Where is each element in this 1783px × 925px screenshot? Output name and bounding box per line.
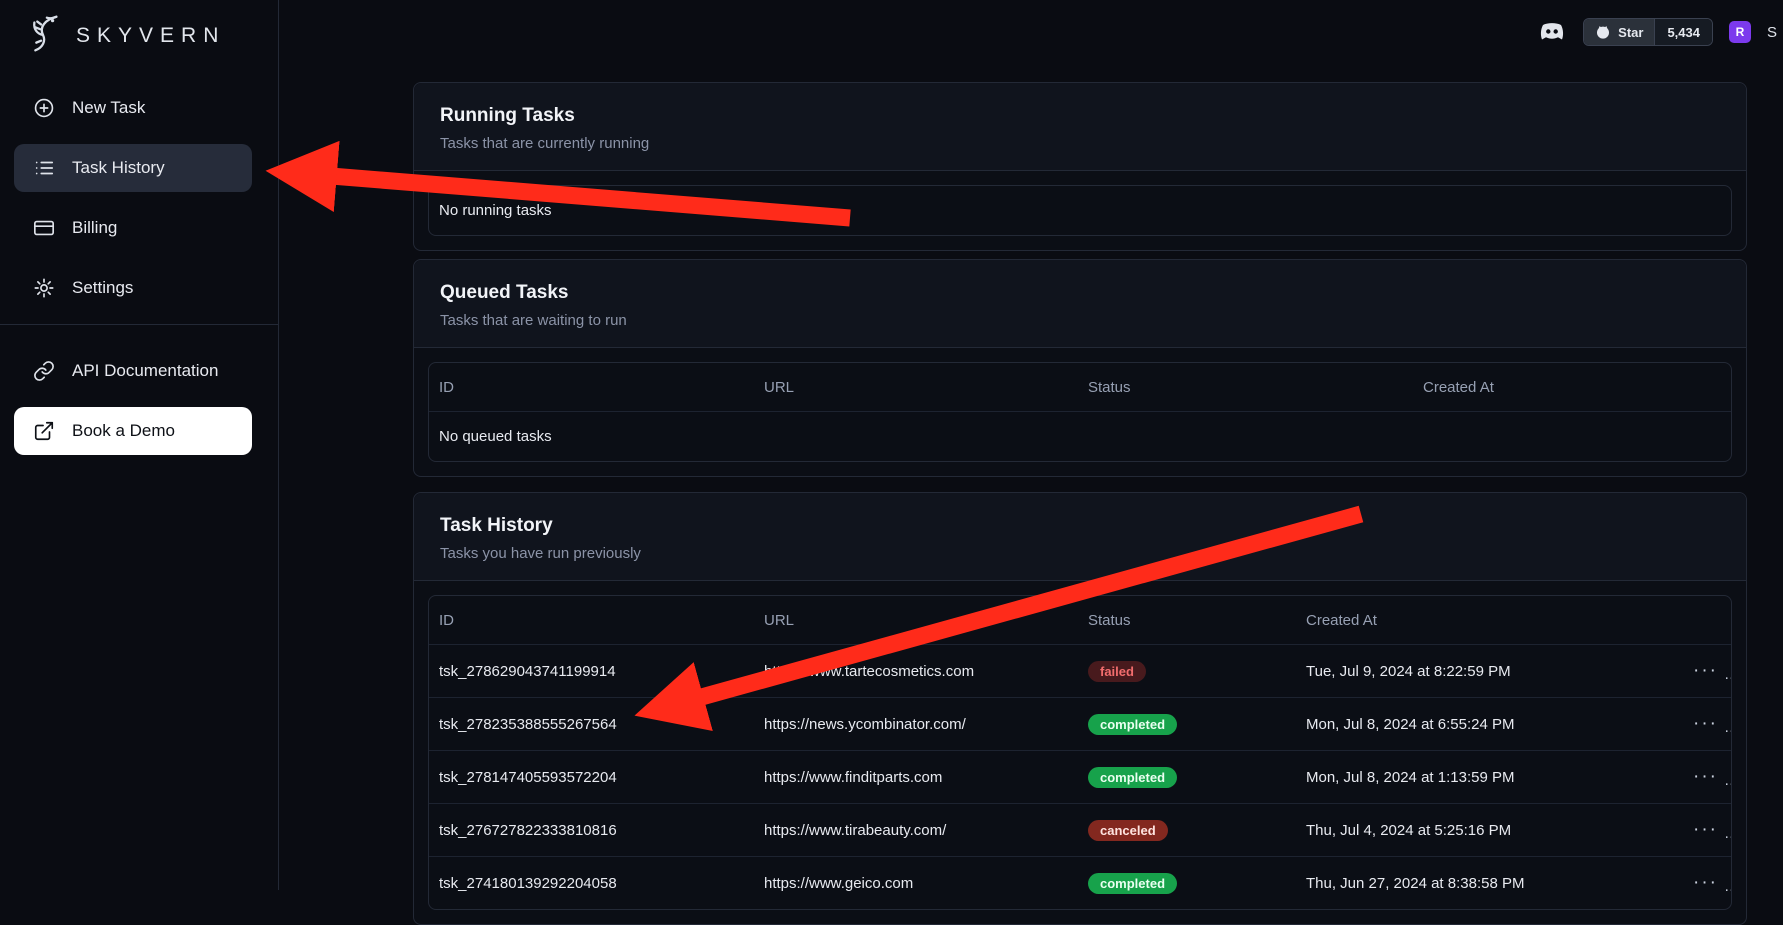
queued-tasks-empty-state: No queued tasks xyxy=(429,412,1731,461)
external-link-icon xyxy=(32,419,56,443)
skyvern-logo-icon xyxy=(20,11,66,62)
sidebar-item-billing[interactable]: Billing xyxy=(14,204,252,252)
task-created-at: Mon, Jul 8, 2024 at 6:55:24 PM xyxy=(1296,716,1677,733)
task-url: https://www.tartecosmetics.com xyxy=(754,663,1078,680)
sidebar-divider xyxy=(0,324,278,325)
main-content: Running Tasks Tasks that are currently r… xyxy=(413,0,1747,890)
table-row[interactable]: tsk_278629043741199914 https://www.tarte… xyxy=(429,644,1731,697)
sidebar-nav: New Task Task History Billing xyxy=(0,72,278,455)
column-header-id: ID xyxy=(429,379,754,396)
sidebar-item-task-history[interactable]: Task History xyxy=(14,144,252,192)
queued-tasks-header: Queued Tasks Tasks that are waiting to r… xyxy=(414,260,1746,348)
column-header-url: URL xyxy=(754,379,1078,396)
card-subtitle: Tasks that are currently running xyxy=(440,135,1720,152)
user-menu-clipped-text[interactable]: S xyxy=(1767,24,1779,41)
task-id: tsk_274180139292204058 xyxy=(429,875,754,892)
task-history-header: Task History Tasks you have run previous… xyxy=(414,493,1746,581)
brand-name: SKYVERN xyxy=(76,24,225,48)
queued-tasks-card: Queued Tasks Tasks that are waiting to r… xyxy=(413,259,1747,477)
status-badge: canceled xyxy=(1088,820,1168,841)
task-url: https://www.finditparts.com xyxy=(754,769,1078,786)
sidebar-item-api-documentation[interactable]: API Documentation xyxy=(14,347,252,395)
credit-card-icon xyxy=(32,216,56,240)
sidebar: SKYVERN New Task Task History Billing xyxy=(0,0,279,890)
task-created-at: Thu, Jul 4, 2024 at 5:25:16 PM xyxy=(1296,822,1677,839)
card-subtitle: Tasks that are waiting to run xyxy=(440,312,1720,329)
card-title: Task History xyxy=(440,515,1720,537)
sidebar-item-label: New Task xyxy=(72,98,145,118)
task-history-card: Task History Tasks you have run previous… xyxy=(413,492,1747,925)
sidebar-item-label: Task History xyxy=(72,158,165,178)
sidebar-item-new-task[interactable]: New Task xyxy=(14,84,252,132)
running-tasks-card: Running Tasks Tasks that are currently r… xyxy=(413,82,1747,251)
task-created-at: Mon, Jul 8, 2024 at 1:13:59 PM xyxy=(1296,769,1677,786)
list-icon xyxy=(32,156,56,180)
column-header-status: Status xyxy=(1078,612,1296,629)
row-menu-button[interactable]: ··· xyxy=(1687,764,1724,790)
brand-logo[interactable]: SKYVERN xyxy=(0,0,278,72)
plus-circle-icon xyxy=(32,96,56,120)
link-icon xyxy=(32,359,56,383)
running-tasks-empty-state: No running tasks xyxy=(429,186,1731,235)
column-header-url: URL xyxy=(754,612,1078,629)
table-header-row: ID URL Status Created At xyxy=(429,363,1731,411)
task-id: tsk_276727822333810816 xyxy=(429,822,754,839)
table-row[interactable]: tsk_274180139292204058 https://www.geico… xyxy=(429,856,1731,909)
row-menu-button[interactable]: ··· xyxy=(1687,658,1724,684)
status-badge: completed xyxy=(1088,767,1177,788)
task-url: https://www.tirabeauty.com/ xyxy=(754,822,1078,839)
row-menu-button[interactable]: ··· xyxy=(1687,711,1724,737)
sidebar-item-settings[interactable]: Settings xyxy=(14,264,252,312)
book-a-demo-button[interactable]: Book a Demo xyxy=(14,407,252,455)
card-title: Queued Tasks xyxy=(440,282,1720,304)
column-header-id: ID xyxy=(429,612,754,629)
sidebar-item-label: API Documentation xyxy=(72,361,218,381)
running-tasks-header: Running Tasks Tasks that are currently r… xyxy=(414,83,1746,171)
task-id: tsk_278629043741199914 xyxy=(429,663,754,680)
gear-icon xyxy=(32,276,56,300)
status-badge: completed xyxy=(1088,873,1177,894)
card-subtitle: Tasks you have run previously xyxy=(440,545,1720,562)
task-url: https://news.ycombinator.com/ xyxy=(754,716,1078,733)
row-menu-button[interactable]: ··· xyxy=(1687,817,1724,843)
task-url: https://www.geico.com xyxy=(754,875,1078,892)
task-created-at: Thu, Jun 27, 2024 at 8:38:58 PM xyxy=(1296,875,1677,892)
sidebar-item-label: Settings xyxy=(72,278,133,298)
table-header-row: ID URL Status Created At xyxy=(429,596,1731,644)
sidebar-item-label: Book a Demo xyxy=(72,421,175,441)
sidebar-item-label: Billing xyxy=(72,218,117,238)
table-row[interactable]: tsk_278235388555267564 https://news.ycom… xyxy=(429,697,1731,750)
column-header-status: Status xyxy=(1078,379,1413,396)
task-id: tsk_278235388555267564 xyxy=(429,716,754,733)
table-row[interactable]: tsk_276727822333810816 https://www.tirab… xyxy=(429,803,1731,856)
status-badge: failed xyxy=(1088,661,1146,682)
table-row[interactable]: tsk_278147405593572204 https://www.findi… xyxy=(429,750,1731,803)
column-header-created-at: Created At xyxy=(1296,612,1677,629)
task-id: tsk_278147405593572204 xyxy=(429,769,754,786)
task-created-at: Tue, Jul 9, 2024 at 8:22:59 PM xyxy=(1296,663,1677,680)
row-menu-button[interactable]: ··· xyxy=(1687,870,1724,896)
status-badge: completed xyxy=(1088,714,1177,735)
column-header-created-at: Created At xyxy=(1413,379,1731,396)
card-title: Running Tasks xyxy=(440,105,1720,127)
